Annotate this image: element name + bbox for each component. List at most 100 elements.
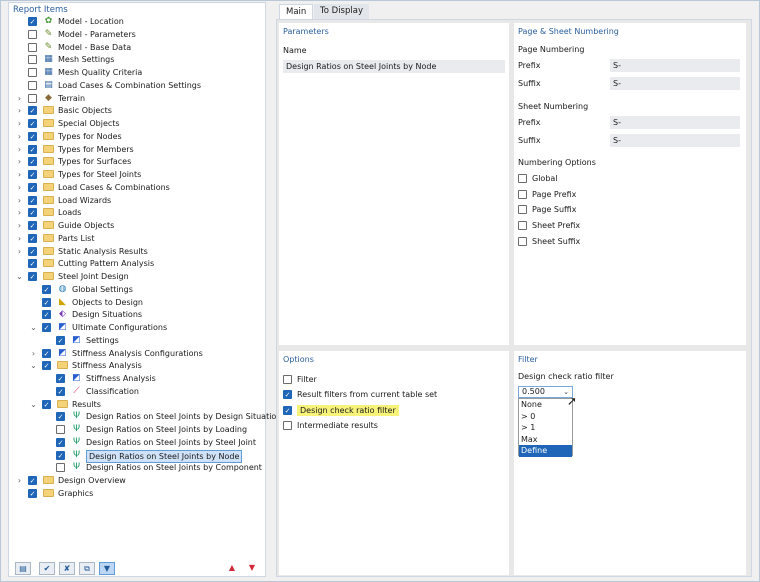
tree-item-checkbox[interactable]: ✓: [28, 488, 37, 498]
chevron-down-icon[interactable]: ⌄: [29, 323, 38, 332]
tree-item-checkbox[interactable]: ✓: [56, 386, 65, 396]
tree-item[interactable]: ✎ Model - Base Data: [9, 41, 265, 54]
chevron-right-icon[interactable]: ›: [15, 170, 24, 179]
tree-item[interactable]: › ✓ Static Analysis Results: [9, 245, 265, 258]
page-prefix-checkbox[interactable]: [518, 189, 527, 199]
tree-item-checkbox[interactable]: ✓: [42, 310, 51, 320]
tree-item[interactable]: › ✓ Guide Objects: [9, 219, 265, 232]
tree-item[interactable]: › ✓ Types for Nodes: [9, 130, 265, 143]
chevron-down-icon[interactable]: ⌄: [15, 272, 24, 281]
design-check-ratio-filter-checkbox[interactable]: ✓: [283, 405, 292, 415]
tree-item[interactable]: › ◆ Terrain: [9, 92, 265, 105]
tree-item[interactable]: ▦ Mesh Settings: [9, 53, 265, 66]
tree-item[interactable]: ⌄ ✓ Stiffness Analysis: [9, 359, 265, 372]
tree-item-checkbox[interactable]: ✓: [28, 170, 37, 179]
tree-item[interactable]: ✎ Model - Parameters: [9, 28, 265, 41]
chevron-right-icon[interactable]: ›: [15, 208, 24, 217]
tree-item-checkbox[interactable]: [28, 55, 37, 65]
intermediate-results-option[interactable]: Intermediate results: [283, 419, 378, 431]
copy-settings-button[interactable]: ⧉: [79, 562, 95, 575]
tree-item-checkbox[interactable]: ✓: [28, 182, 37, 192]
chevron-right-icon[interactable]: ›: [15, 132, 24, 141]
chevron-right-icon[interactable]: ›: [15, 106, 24, 115]
tree-item[interactable]: ⌄ ✓ Results: [9, 398, 265, 411]
global-checkbox[interactable]: [518, 173, 527, 183]
sheet-prefix-checkbox[interactable]: [518, 220, 527, 230]
tree-item[interactable]: ✓ ◩ Stiffness Analysis: [9, 372, 265, 385]
chevron-right-icon[interactable]: ›: [15, 157, 24, 166]
chevron-right-icon[interactable]: ›: [15, 183, 24, 192]
tree-item-checkbox[interactable]: ✓: [28, 476, 37, 485]
chevron-right-icon[interactable]: ›: [15, 476, 24, 485]
tree-item[interactable]: ⌄ ✓ Steel Joint Design: [9, 270, 265, 283]
chevron-right-icon[interactable]: ›: [15, 196, 24, 205]
tree-item-checkbox[interactable]: ✓: [56, 412, 65, 422]
page-prefix-input[interactable]: S-: [610, 59, 740, 72]
tree-item[interactable]: ✓ Graphics: [9, 487, 265, 500]
tree-item[interactable]: › ✓ Types for Members: [9, 143, 265, 156]
tree-item-checkbox[interactable]: ✓: [28, 272, 37, 281]
dropdown-option-max[interactable]: Max: [519, 434, 572, 446]
filter-button[interactable]: ▼: [99, 562, 115, 575]
tree-item[interactable]: › ✓ Parts List: [9, 232, 265, 245]
tree-item[interactable]: › ✓ Special Objects: [9, 117, 265, 130]
global-checkbox-option[interactable]: Global: [518, 172, 558, 184]
dropdown-option-greater-than-0[interactable]: > 0: [519, 411, 572, 423]
tree-item-checkbox[interactable]: ✓: [28, 119, 37, 128]
chevron-right-icon[interactable]: ›: [15, 94, 24, 103]
tree-item-checkbox[interactable]: ✓: [42, 284, 51, 294]
dropdown-option-define[interactable]: Define: [519, 445, 572, 457]
tree-item-checkbox[interactable]: [28, 42, 37, 52]
tab-main[interactable]: Main: [279, 4, 314, 19]
tree-item-checkbox[interactable]: ✓: [28, 106, 37, 116]
move-down-button[interactable]: ▼: [245, 562, 259, 574]
tree-item-checkbox[interactable]: [56, 463, 65, 473]
tree-item[interactable]: › ✓ Types for Steel Joints: [9, 168, 265, 181]
chevron-right-icon[interactable]: ›: [15, 234, 24, 243]
move-up-button[interactable]: ▲: [225, 562, 239, 574]
tree-item-checkbox[interactable]: ✓: [28, 259, 37, 269]
tree-item-checkbox[interactable]: [28, 68, 37, 77]
chevron-right-icon[interactable]: ›: [15, 221, 24, 230]
tree-item-checkbox[interactable]: ✓: [56, 437, 65, 447]
tree-item[interactable]: ✓ ◣ Objects to Design: [9, 296, 265, 309]
page-suffix-checkbox[interactable]: [518, 204, 527, 214]
tree-item-checkbox[interactable]: ✓: [28, 195, 37, 205]
tree-item[interactable]: ▦ Mesh Quality Criteria: [9, 66, 265, 79]
tree-item-checkbox[interactable]: [56, 425, 65, 434]
tree-item[interactable]: ✓ Ψ Design Ratios on Steel Joints by Desig…: [9, 410, 281, 423]
uncheck-all-button[interactable]: ✘: [59, 562, 75, 575]
tree-item[interactable]: ✓ ⬖ Design Situations: [9, 308, 265, 321]
sheet-suffix-checkbox[interactable]: [518, 236, 527, 246]
chevron-right-icon[interactable]: ›: [15, 247, 24, 256]
tree-item-checkbox[interactable]: ✓: [28, 131, 37, 141]
chevron-right-icon[interactable]: ›: [15, 145, 24, 154]
tree-item-checkbox[interactable]: ✓: [42, 361, 51, 371]
tree-item[interactable]: › ✓ Types for Surfaces: [9, 155, 265, 168]
tree-item-checkbox[interactable]: ✓: [56, 335, 65, 345]
tree-item-checkbox[interactable]: ✓: [28, 157, 37, 167]
tree-item-checkbox[interactable]: [28, 93, 37, 103]
result-filters-checkbox[interactable]: ✓: [283, 389, 292, 399]
page-prefix-checkbox-option[interactable]: Page Prefix: [518, 188, 576, 200]
tree-item[interactable]: › ✓ Load Cases & Combinations: [9, 181, 265, 194]
tree-item[interactable]: › ✓ ◩ Stiffness Analysis Configurations: [9, 347, 265, 360]
chevron-right-icon[interactable]: ›: [29, 349, 38, 358]
sheet-suffix-checkbox-option[interactable]: Sheet Suffix: [518, 235, 580, 247]
dropdown-option-greater-than-1[interactable]: > 1: [519, 422, 572, 434]
tree-item-checkbox[interactable]: ✓: [28, 233, 37, 243]
tree-item[interactable]: ✓ Cutting Pattern Analysis: [9, 257, 265, 270]
tree-item-checkbox[interactable]: ✓: [42, 323, 51, 332]
tab-to-display[interactable]: To Display: [314, 4, 369, 19]
tree-item-checkbox[interactable]: ✓: [28, 17, 37, 26]
tree-item-checkbox[interactable]: ✓: [56, 374, 65, 383]
tree-item-checkbox[interactable]: [28, 29, 37, 39]
tree-item-checkbox[interactable]: ✓: [28, 246, 37, 256]
tree-item[interactable]: › ✓ Loads: [9, 206, 265, 219]
intermediate-results-checkbox[interactable]: [283, 420, 292, 430]
tree-item[interactable]: Ψ Design Ratios on Steel Joints by Compon…: [9, 461, 265, 474]
chevron-down-icon[interactable]: ⌄: [29, 361, 38, 370]
tree-item-checkbox[interactable]: ✓: [42, 399, 51, 409]
tree-item[interactable]: › ✓ Load Wizards: [9, 194, 265, 207]
tree-item-checkbox[interactable]: [28, 80, 37, 90]
